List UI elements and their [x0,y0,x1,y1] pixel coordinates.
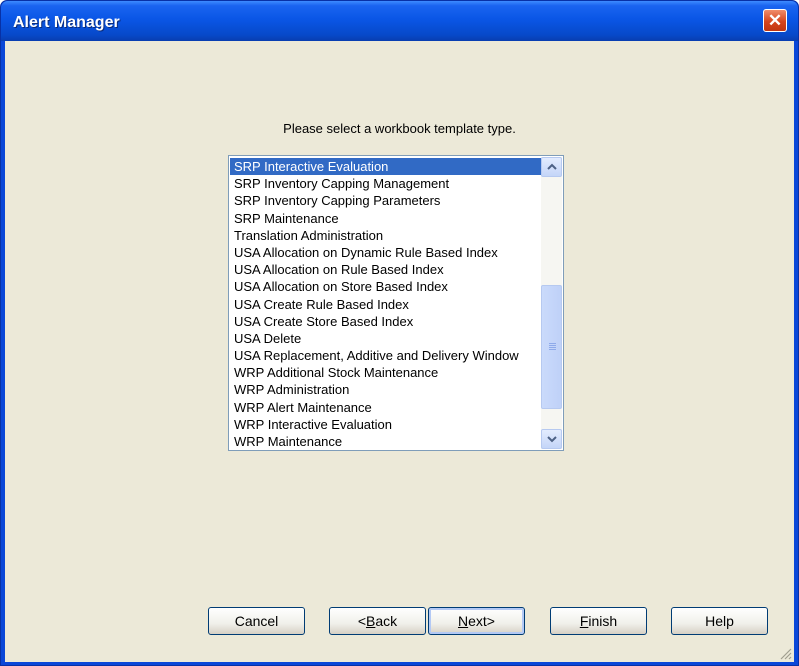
dialog-body: Please select a workbook template type. … [5,41,794,662]
list-item[interactable]: WRP Additional Stock Maintenance [230,364,542,381]
cancel-label: Cancel [234,613,279,629]
template-type-listbox[interactable]: SRP Interactive Evaluation SRP Inventory … [228,155,564,451]
back-accelerator: B [366,613,376,629]
title-bar[interactable]: Alert Manager ✕ [1,1,798,41]
back-button[interactable]: <Back [329,607,426,635]
finish-button[interactable]: Finish [550,607,647,635]
list-item[interactable]: SRP Inventory Capping Management [230,175,542,192]
next-button[interactable]: Next> [428,607,525,635]
list-item[interactable]: USA Replacement, Additive and Delivery W… [230,347,542,364]
finish-label-rest: inish [588,613,618,629]
thumb-grip-icon [549,343,556,352]
alert-manager-window: Alert Manager ✕ Please select a workbook… [0,0,799,666]
list-item[interactable]: USA Allocation on Store Based Index [230,278,542,295]
list-item[interactable]: Translation Administration [230,227,542,244]
scroll-thumb[interactable] [541,285,562,409]
list-item[interactable]: WRP Alert Maintenance [230,399,542,416]
list-item[interactable]: WRP Maintenance [230,433,542,450]
list-item[interactable]: USA Allocation on Dynamic Rule Based Ind… [230,244,542,261]
back-label-rest: ack [375,613,398,629]
resize-grip-icon[interactable] [780,648,792,660]
list-item[interactable]: USA Create Rule Based Index [230,296,542,313]
scroll-down-button[interactable] [541,429,562,449]
list-item[interactable]: USA Create Store Based Index [230,313,542,330]
list-item[interactable]: WRP Administration [230,381,542,398]
close-icon: ✕ [767,11,783,30]
back-label-prefix: < [357,613,367,629]
next-label-rest: ext> [468,613,495,629]
list-item[interactable]: SRP Interactive Evaluation [230,158,542,176]
list-item[interactable]: USA Delete [230,330,542,347]
vertical-scrollbar[interactable] [541,157,562,449]
list-item[interactable]: SRP Inventory Capping Parameters [230,192,542,209]
chevron-up-icon [547,163,557,170]
scroll-up-button[interactable] [541,157,562,177]
help-button[interactable]: Help [671,607,768,635]
cancel-button[interactable]: Cancel [208,607,305,635]
window-title: Alert Manager [13,14,120,31]
instruction-label: Please select a workbook template type. [283,121,516,136]
help-label: Help [705,613,734,629]
listbox-items: SRP Interactive Evaluation SRP Inventory … [230,158,542,450]
list-item[interactable]: WRP Interactive Evaluation [230,416,542,433]
next-accelerator: N [458,613,469,629]
list-item[interactable]: SRP Maintenance [230,210,542,227]
list-item[interactable]: USA Allocation on Rule Based Index [230,261,542,278]
chevron-down-icon [547,436,557,443]
close-button[interactable]: ✕ [763,9,787,32]
